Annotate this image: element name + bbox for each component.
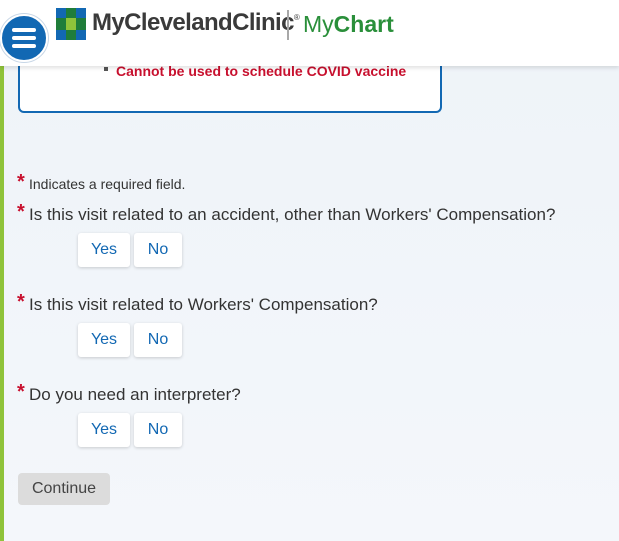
cleveland-clinic-logo-icon <box>56 8 86 40</box>
mychart-suffix: Chart <box>333 11 394 37</box>
accident-yes-button[interactable]: Yes <box>78 233 130 267</box>
accent-side-bar <box>0 0 4 541</box>
required-star: * <box>17 381 25 403</box>
interpreter-yes-button[interactable]: Yes <box>78 413 130 447</box>
hamburger-menu-icon[interactable] <box>0 14 48 62</box>
workers-comp-yes-button[interactable]: Yes <box>78 323 130 357</box>
bullet-icon <box>104 67 108 71</box>
workers-comp-no-button[interactable]: No <box>134 323 182 357</box>
question-interpreter: Do you need an interpreter? <box>29 385 241 404</box>
continue-button[interactable]: Continue <box>18 473 110 505</box>
app-header: MyClevelandClinic® MyChart <box>0 0 619 66</box>
required-note: Indicates a required field. <box>29 176 186 192</box>
header-divider <box>287 10 289 40</box>
interpreter-no-button[interactable]: No <box>134 413 182 447</box>
required-star: * <box>17 171 25 193</box>
question-workers-comp: Is this visit related to Workers' Compen… <box>29 295 378 314</box>
required-star: * <box>17 291 25 313</box>
question-accident: Is this visit related to an accident, ot… <box>29 205 556 224</box>
accident-no-button[interactable]: No <box>134 233 182 267</box>
brand-name[interactable]: MyClevelandClinic® <box>92 9 300 37</box>
mychart-logo[interactable]: MyChart <box>303 11 394 38</box>
required-star: * <box>17 201 25 223</box>
registered-mark: ® <box>293 13 300 22</box>
brand-name-text: MyClevelandClinic <box>92 9 294 36</box>
mychart-prefix: My <box>303 11 334 37</box>
